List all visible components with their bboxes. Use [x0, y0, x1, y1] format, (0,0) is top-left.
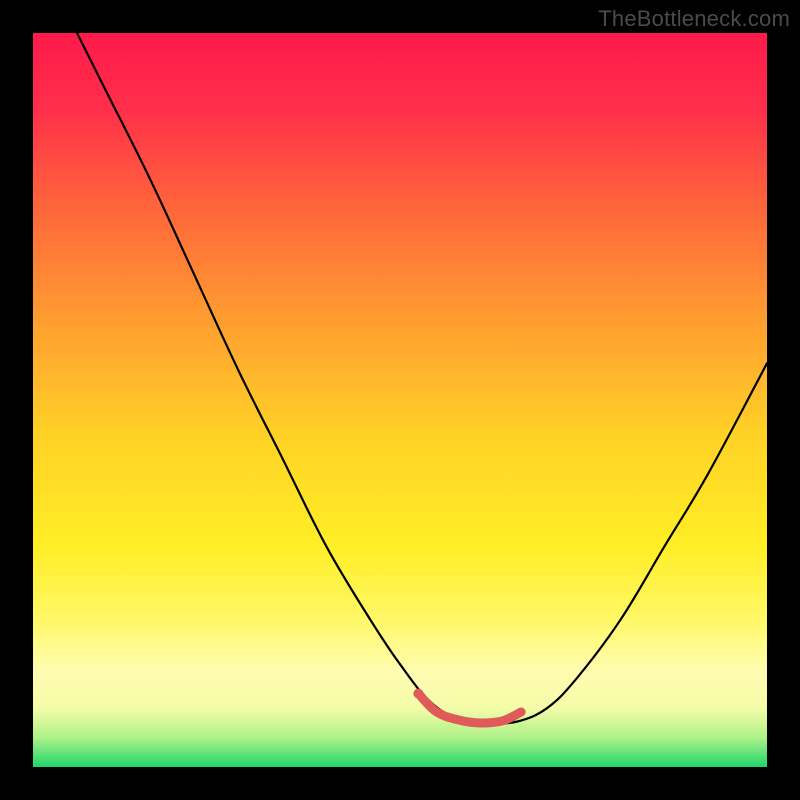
- watermark-text: TheBottleneck.com: [598, 6, 790, 32]
- chart-frame: { "watermark": "TheBottleneck.com", "col…: [0, 0, 800, 800]
- curve-layer: [33, 33, 767, 767]
- minimum-highlight: [418, 694, 521, 723]
- bottleneck-curve: [77, 33, 767, 723]
- highlight-start-dot: [413, 689, 423, 699]
- plot-area: [33, 33, 767, 767]
